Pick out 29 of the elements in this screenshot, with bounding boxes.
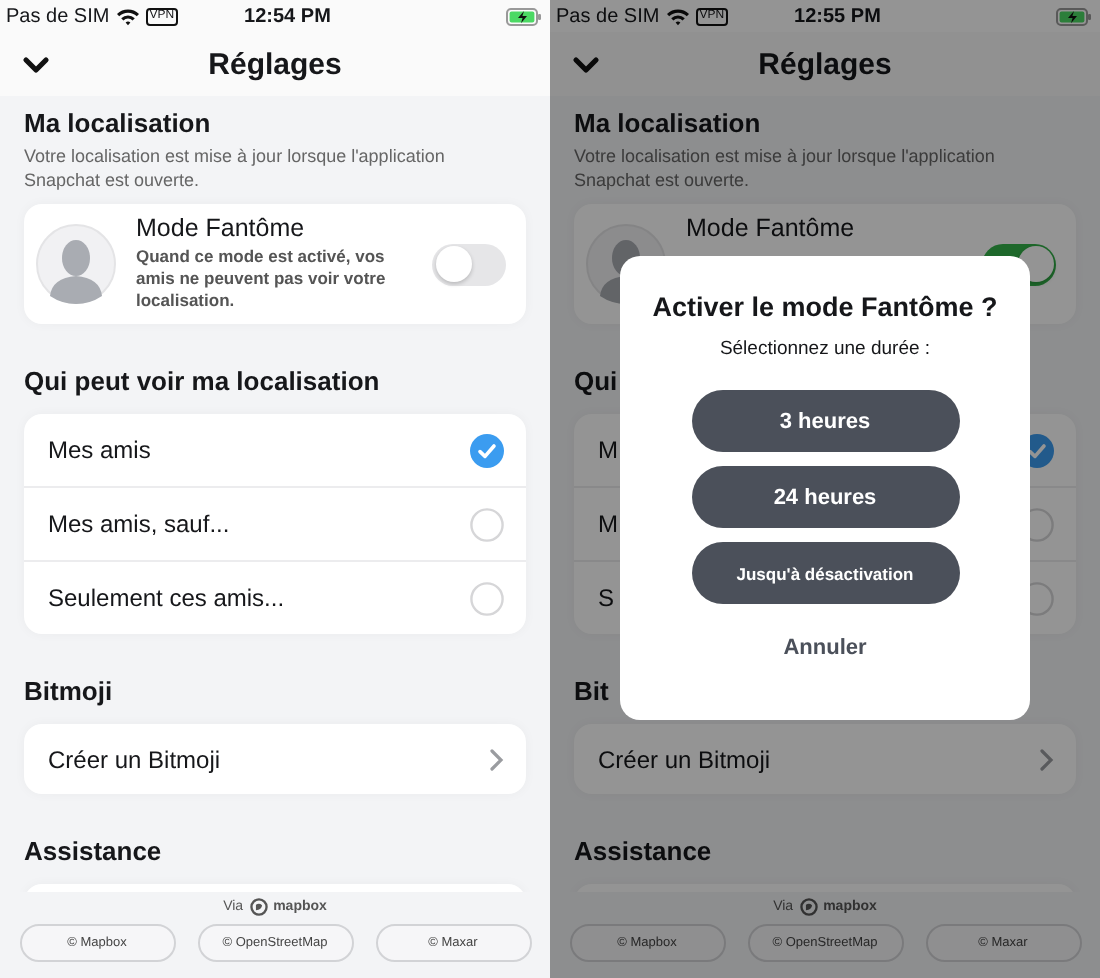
carrier-text: Pas de SIM <box>6 5 110 27</box>
section-heading: Assistance <box>24 836 162 868</box>
section-heading: Bit <box>574 676 609 708</box>
setting-title: Mode Fantôme <box>686 214 857 242</box>
section-heading: Qui <box>574 366 618 398</box>
setting-title: Mode Fantôme <box>136 214 307 242</box>
setting-description: Quand ce mode est activé, vos amis ne peuvent pas voir votre localisation. <box>136 246 386 312</box>
section-heading: Qui peut voir ma localisation <box>24 366 380 398</box>
option-label: Seulement ces amis... <box>48 584 285 612</box>
screen-title: Réglages <box>758 47 892 81</box>
dialog-title: Activer le mode Fantôme ? <box>652 292 998 322</box>
clock-text: 12:54 PM <box>244 5 333 27</box>
clock-text: 12:55 PM <box>794 5 883 27</box>
option-label: Mes amis <box>48 436 151 464</box>
section-description: Votre localisation est mise à jour lorsque l'application Snapchat est ouverte. <box>574 144 997 192</box>
dialog-subtitle: Sélectionnez une durée : <box>719 338 931 360</box>
carrier-text: Pas de SIM <box>556 5 660 27</box>
section-heading: Bitmoji <box>24 676 113 708</box>
option-label: M <box>598 436 618 464</box>
option-label: S <box>598 584 615 612</box>
section-description: Votre localisation est mise à jour lorsque l'application Snapchat est ouverte. <box>24 144 447 192</box>
option-label: Mes amis, sauf... <box>48 510 230 538</box>
link-label: Créer un Bitmoji <box>48 745 221 773</box>
link-label: Créer un Bitmoji <box>598 745 771 773</box>
section-heading: Assistance <box>574 836 712 868</box>
option-label: M <box>598 510 618 538</box>
section-heading: Ma localisation <box>574 108 761 140</box>
section-heading: Ma localisation <box>24 108 211 140</box>
screen-title: Réglages <box>208 47 342 81</box>
